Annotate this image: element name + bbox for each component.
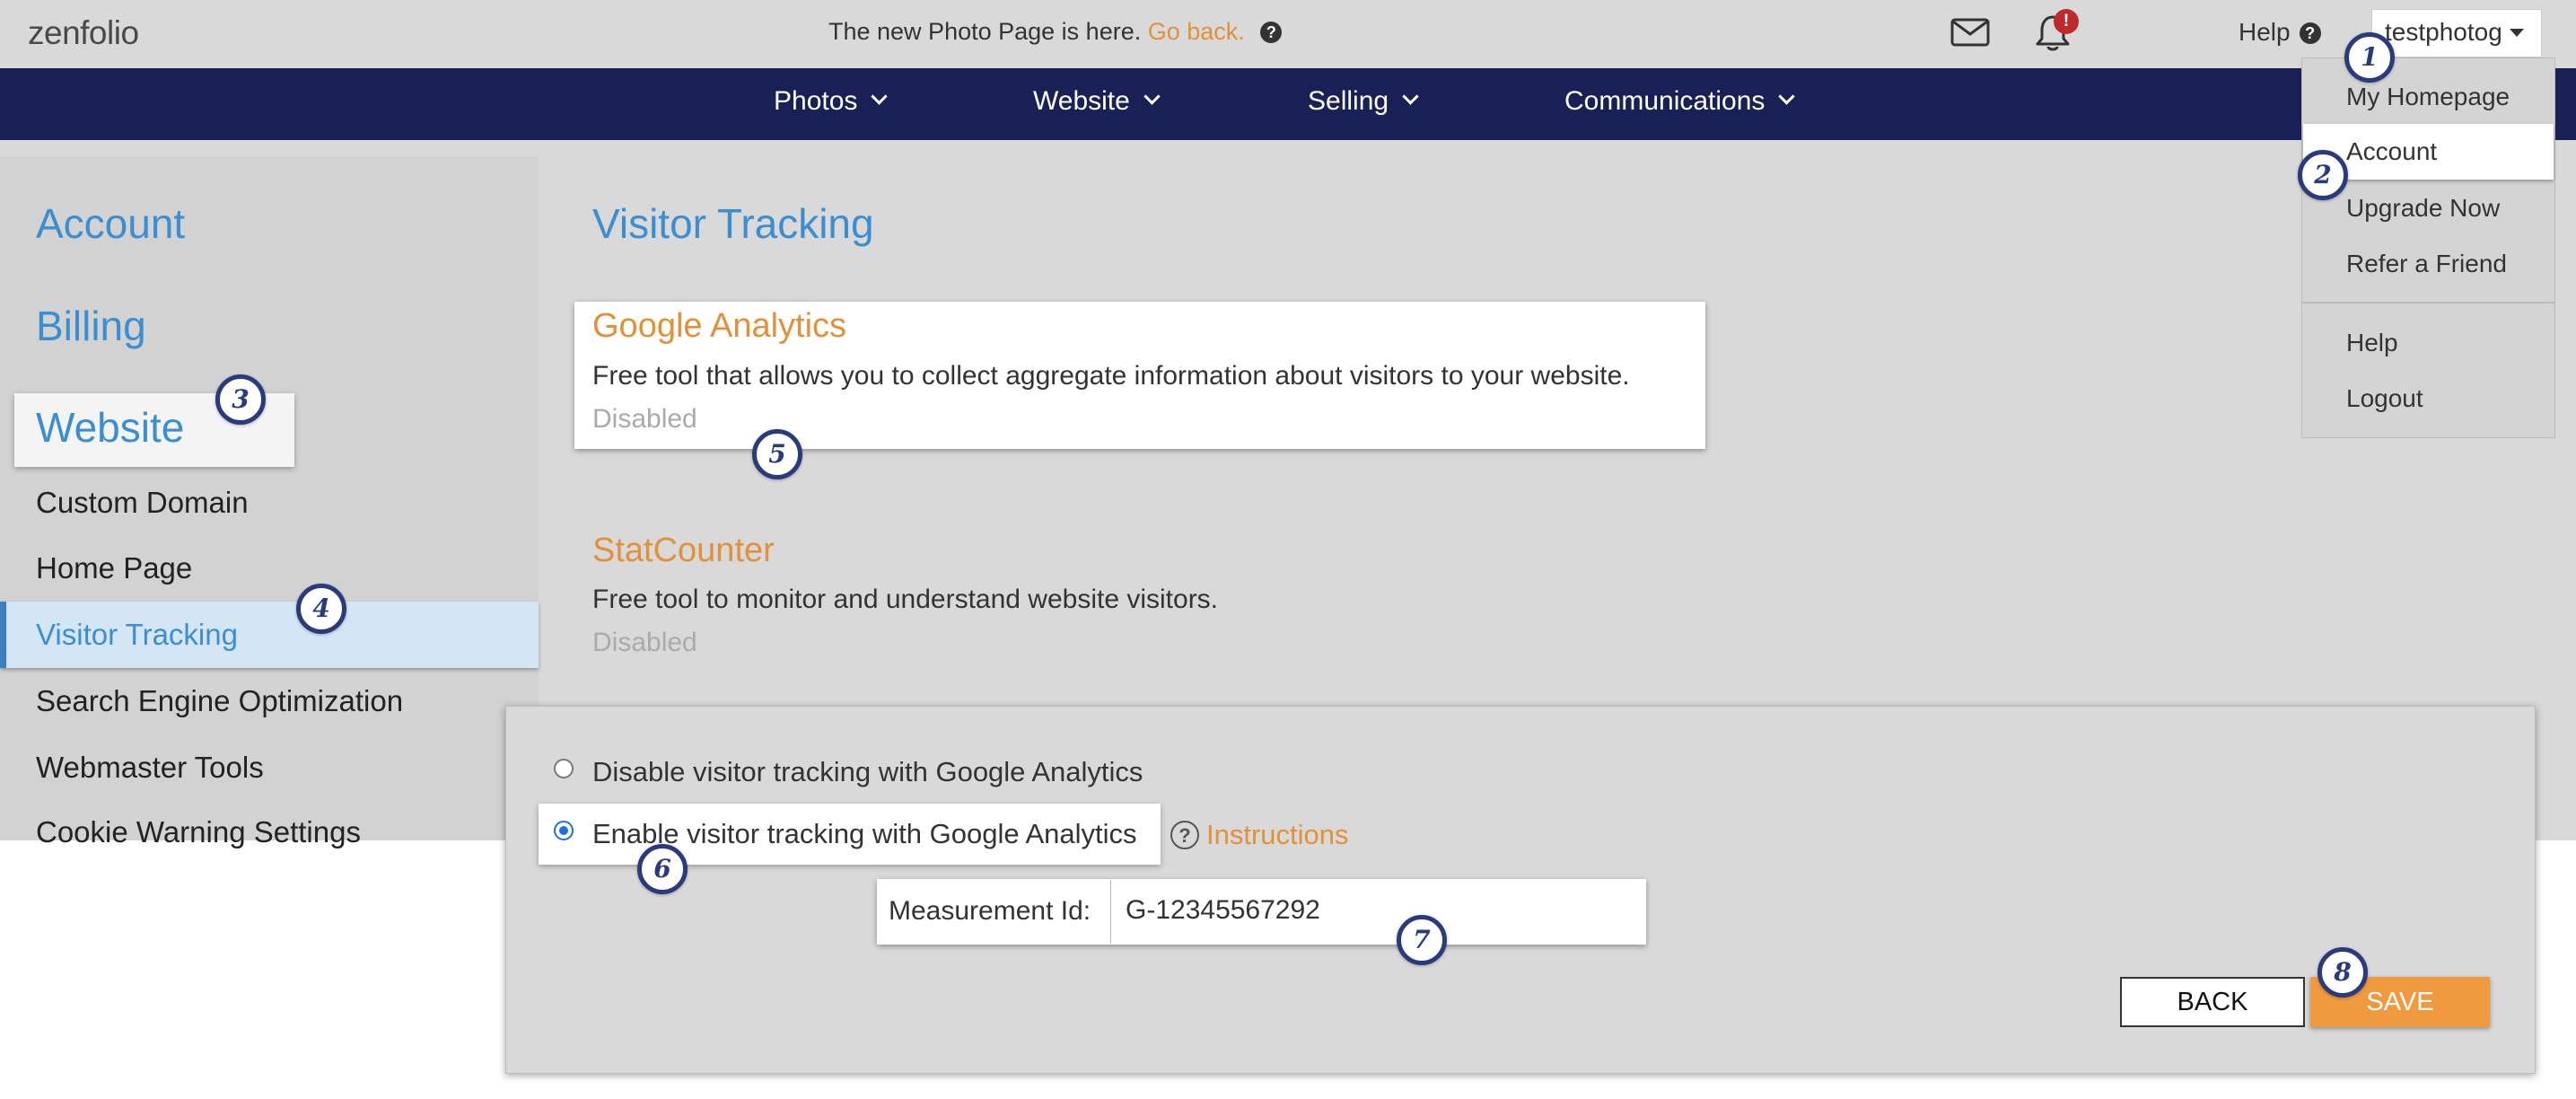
radio-disable-tracking[interactable]	[554, 759, 574, 778]
measurement-id-label: Measurement Id:	[889, 896, 1091, 926]
dropdown-item-upgrade-now[interactable]: Upgrade Now	[2346, 194, 2500, 223]
radio-enable-tracking[interactable]	[554, 821, 574, 840]
zenfolio-logo[interactable]: zenfolio	[28, 14, 139, 52]
step-marker-8: 8	[2318, 947, 2368, 998]
chevron-down-icon	[871, 88, 889, 105]
help-question-icon: ?	[2299, 22, 2321, 44]
dropdown-item-logout[interactable]: Logout	[2346, 384, 2423, 413]
step-marker-3: 3	[215, 374, 266, 425]
dropdown-divider	[2301, 302, 2555, 303]
sidebar-item-webmaster-tools[interactable]: Webmaster Tools	[36, 751, 264, 785]
sidebar-item-cookie-warning[interactable]: Cookie Warning Settings	[36, 815, 361, 849]
announcement-banner: The new Photo Page is here. Go back. ?	[828, 18, 1283, 46]
nav-communications-label: Communications	[1564, 86, 1766, 116]
sidebar-item-custom-domain[interactable]: Custom Domain	[36, 486, 249, 520]
google-analytics-status: Disabled	[592, 404, 697, 434]
dropdown-item-my-homepage[interactable]: My Homepage	[2346, 83, 2510, 111]
instructions-link[interactable]: Instructions	[1206, 819, 1349, 851]
help-label: Help	[2239, 18, 2291, 46]
dropdown-item-help[interactable]: Help	[2346, 329, 2398, 357]
step-marker-7: 7	[1397, 915, 1447, 965]
announcement-text: The new Photo Page is here.	[828, 18, 1142, 45]
chevron-down-icon	[1778, 88, 1796, 105]
sidebar-item-seo[interactable]: Search Engine Optimization	[36, 684, 403, 718]
option-enable-label[interactable]: Enable visitor tracking with Google Anal…	[592, 818, 1137, 850]
user-menu-button[interactable]: testphotog	[2371, 9, 2542, 57]
page-title: Visitor Tracking	[592, 200, 874, 247]
step-marker-2: 2	[2298, 150, 2348, 200]
chevron-down-icon	[1143, 88, 1161, 105]
google-analytics-description: Free tool that allows you to collect agg…	[592, 361, 1630, 391]
step-marker-4: 4	[296, 584, 346, 634]
sidebar-heading-account[interactable]: Account	[36, 199, 185, 248]
main-nav	[0, 68, 2576, 140]
option-disable-label[interactable]: Disable visitor tracking with Google Ana…	[592, 756, 1143, 788]
sidebar-item-home-page[interactable]: Home Page	[36, 551, 192, 585]
nav-website-label: Website	[1033, 86, 1130, 116]
step-marker-1: 1	[2344, 32, 2395, 83]
statcounter-description: Free tool to monitor and understand webs…	[592, 585, 1219, 614]
nav-photos-label: Photos	[774, 86, 858, 116]
google-analytics-title[interactable]: Google Analytics	[592, 307, 846, 346]
user-dropdown-menu	[2301, 57, 2555, 438]
statcounter-title[interactable]: StatCounter	[592, 532, 775, 570]
username: testphotog	[2385, 18, 2502, 46]
statcounter-status: Disabled	[592, 628, 697, 657]
instructions-help-icon[interactable]: ?	[1170, 821, 1199, 849]
help-link[interactable]: Help?	[2239, 18, 2321, 47]
nav-website[interactable]: Website	[1033, 86, 1161, 117]
chevron-down-icon	[1402, 88, 1419, 105]
step-marker-5: 5	[752, 429, 802, 479]
measurement-id-input[interactable]: G-12345567292	[1110, 880, 1646, 944]
step-marker-6: 6	[637, 844, 688, 894]
sidebar-heading-website[interactable]: Website	[36, 403, 184, 452]
dropdown-item-refer-a-friend[interactable]: Refer a Friend	[2346, 250, 2507, 278]
nav-selling[interactable]: Selling	[1308, 86, 1419, 117]
sidebar-heading-billing[interactable]: Billing	[36, 302, 146, 350]
dropdown-item-account[interactable]: Account	[2346, 137, 2437, 166]
nav-photos[interactable]: Photos	[774, 86, 889, 117]
notification-badge: !	[2054, 9, 2079, 34]
caret-down-icon	[2509, 29, 2524, 37]
nav-communications[interactable]: Communications	[1564, 86, 1796, 117]
question-icon[interactable]: ?	[1260, 22, 1283, 43]
top-bar	[0, 0, 2576, 68]
back-button[interactable]: BACK	[2120, 977, 2305, 1027]
sidebar-item-visitor-tracking-label: Visitor Tracking	[36, 618, 238, 651]
nav-selling-label: Selling	[1308, 86, 1389, 116]
go-back-link[interactable]: Go back.	[1148, 18, 1245, 45]
mail-icon[interactable]	[1950, 18, 1990, 47]
